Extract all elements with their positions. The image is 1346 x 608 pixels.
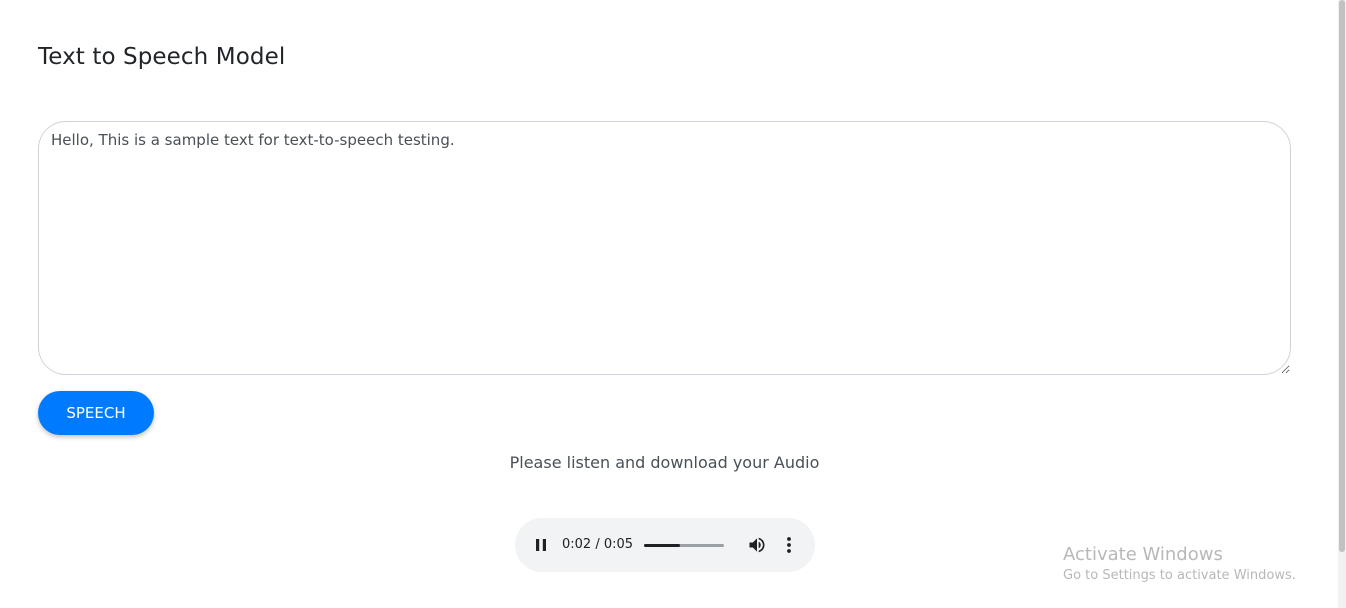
more-options-icon[interactable] bbox=[779, 535, 799, 555]
volume-icon[interactable] bbox=[747, 535, 767, 555]
audio-player[interactable]: 0:02 / 0:05 bbox=[515, 518, 815, 572]
time-display: 0:02 / 0:05 bbox=[562, 537, 634, 552]
watermark-subtitle: Go to Settings to activate Windows. bbox=[1063, 568, 1296, 583]
activate-windows-watermark: Activate Windows Go to Settings to activ… bbox=[1063, 544, 1296, 583]
pause-icon[interactable] bbox=[532, 536, 550, 554]
result-message: Please listen and download your Audio bbox=[509, 453, 820, 472]
progress-slider[interactable] bbox=[644, 544, 724, 547]
text-input[interactable] bbox=[38, 121, 1291, 375]
watermark-title: Activate Windows bbox=[1063, 544, 1223, 565]
progress-fill bbox=[644, 544, 680, 547]
scrollbar-thumb[interactable] bbox=[1339, 0, 1345, 552]
page-title: Text to Speech Model bbox=[38, 44, 286, 70]
speech-button[interactable]: SPEECH bbox=[38, 391, 154, 435]
page-scrollbar[interactable] bbox=[1338, 0, 1346, 608]
